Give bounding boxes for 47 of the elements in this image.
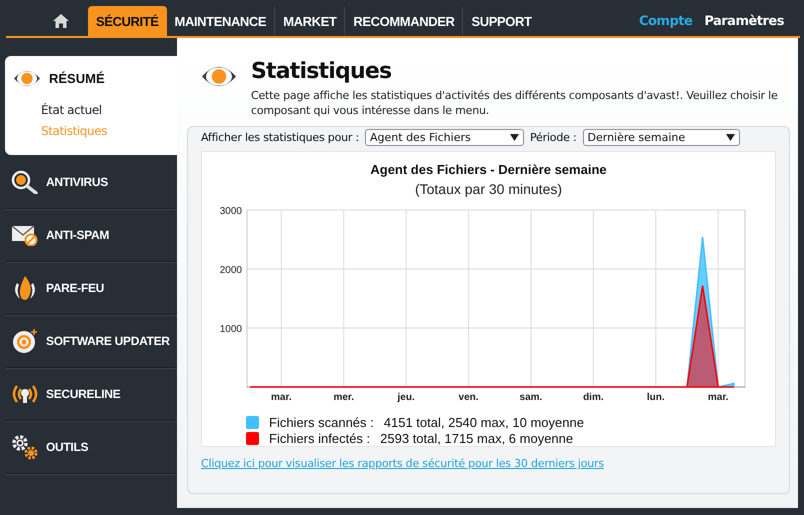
gears-icon: [11, 434, 39, 460]
flame-icon: [12, 275, 38, 301]
nav-tab[interactable]: RECOMMANDER: [344, 7, 462, 35]
x-tick-label: sam.: [520, 392, 542, 403]
search-icon: [11, 170, 39, 194]
y-tick-label: 1000: [220, 324, 242, 335]
x-tick-label: mar.: [708, 392, 728, 403]
legend-stats: 4151 total, 2540 max, 10 moyenne: [384, 415, 584, 430]
y-tick-label: 2000: [220, 265, 242, 276]
sidebar-item[interactable]: PARE-FEU: [5, 262, 177, 315]
home-icon: [53, 14, 69, 28]
nav-tab[interactable]: MARKET: [274, 7, 344, 35]
legend-label: Fichiers infectés :: [269, 431, 370, 446]
x-tick-label: ven.: [458, 392, 479, 403]
caret-icon: [510, 134, 520, 141]
page-title: Statistiques: [251, 59, 392, 84]
page-description: Cette page affiche les statistiques d'activités des différents composants d'avast!. Veuillez choisir le composant qui vous intéresse dans le menu.: [251, 88, 779, 118]
dropdown[interactable]: Agent des Fichiers: [365, 129, 524, 146]
nav-link[interactable]: Compte: [638, 14, 692, 28]
chart-subtitle: (Totaux par 30 minutes): [414, 181, 564, 197]
envelope-icon: [11, 224, 39, 246]
x-tick-label: jeu.: [398, 392, 415, 403]
sidebar-subitem[interactable]: État actuel: [41, 103, 177, 117]
caret-icon: [726, 134, 734, 141]
dropdown[interactable]: Dernière semaine: [582, 129, 740, 146]
legend-stats: 2593 total, 1715 max, 6 moyenne: [380, 431, 574, 446]
legend-label: Fichiers scannés :: [269, 415, 374, 430]
sidebar-item[interactable]: ANTI-SPAM: [5, 209, 177, 262]
sidebar-item[interactable]: ANTIVIRUS: [5, 155, 177, 209]
filter-label: Période :: [530, 131, 576, 144]
chart-title: Agent des Fichiers - Dernière semaine: [369, 162, 608, 177]
y-tick-label: 3000: [220, 206, 242, 217]
nav-tab[interactable]: SUPPORT: [462, 7, 540, 35]
x-tick-label: dim.: [583, 392, 604, 403]
filter-label: Afficher les statistiques pour :: [201, 131, 360, 144]
sidebar-item[interactable]: OUTILS: [5, 421, 177, 474]
sidebar-item[interactable]: SECURELINE: [5, 368, 177, 421]
eye-icon: [13, 68, 41, 89]
x-tick-label: mar.: [271, 392, 292, 403]
section-title[interactable]: RÉSUMÉ: [49, 71, 105, 86]
sidebar-item[interactable]: SOFTWARE UPDATER: [5, 315, 177, 368]
target-icon: [12, 328, 38, 354]
nav-tab[interactable]: MAINTENANCE: [166, 7, 274, 35]
x-tick-label: lun.: [646, 392, 665, 403]
x-tick-label: mer.: [333, 392, 354, 403]
nav-tab[interactable]: SÉCURITÉ: [88, 6, 167, 36]
nav-link[interactable]: Paramètres: [704, 14, 784, 28]
